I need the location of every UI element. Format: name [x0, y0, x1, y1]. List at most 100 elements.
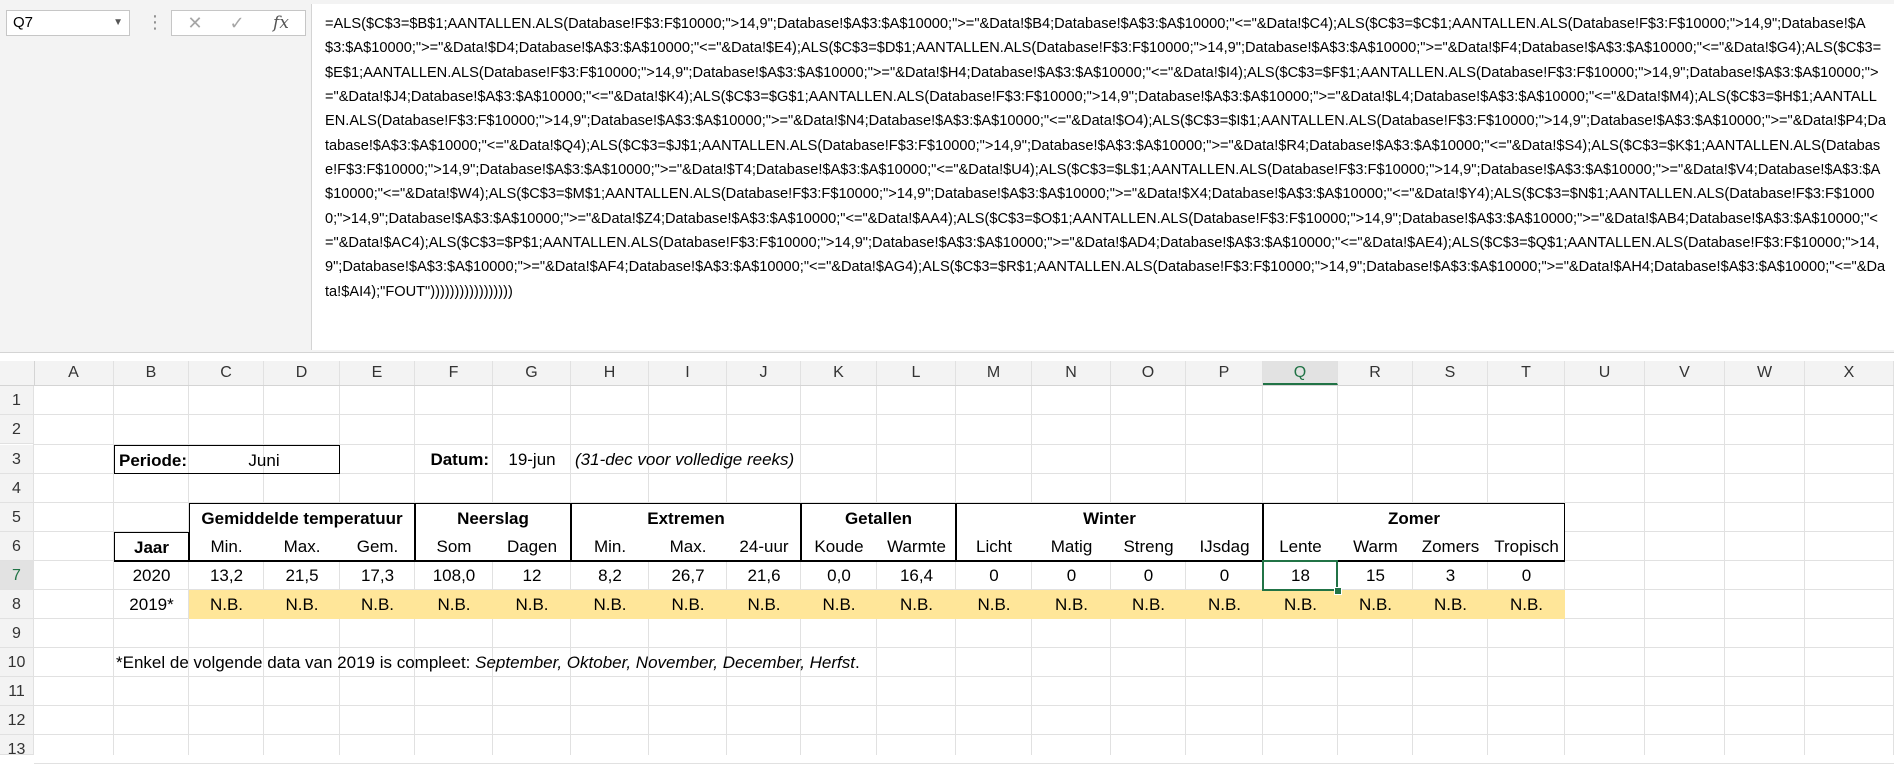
column-header-p[interactable]: P [1186, 361, 1263, 385]
value-2019[interactable]: N.B. [493, 590, 571, 619]
subheader-ijsdag[interactable]: IJsdag [1186, 532, 1263, 561]
column-header-a[interactable]: A [34, 361, 114, 385]
column-header-s[interactable]: S [1413, 361, 1488, 385]
value-2019[interactable]: N.B. [649, 590, 727, 619]
subheader-lente[interactable]: Lente [1263, 532, 1338, 561]
column-header-q[interactable]: Q [1263, 361, 1338, 385]
subheader-koude[interactable]: Koude [801, 532, 877, 561]
column-header-d[interactable]: D [264, 361, 340, 385]
column-header-t[interactable]: T [1488, 361, 1565, 385]
value-2020[interactable]: 8,2 [571, 561, 649, 590]
column-header-i[interactable]: I [649, 361, 727, 385]
gridline-horizontal [34, 414, 1894, 415]
column-header-h[interactable]: H [571, 361, 649, 385]
column-header-r[interactable]: R [1338, 361, 1413, 385]
value-2019[interactable]: N.B. [1488, 590, 1565, 619]
value-2020[interactable]: 16,4 [877, 561, 956, 590]
name-box[interactable]: Q7 ▼ [6, 10, 130, 36]
cancel-button[interactable]: ✕ [178, 12, 212, 34]
value-2019[interactable]: N.B. [1186, 590, 1263, 619]
value-2019[interactable]: N.B. [571, 590, 649, 619]
value-2019[interactable]: N.B. [1263, 590, 1338, 619]
formula-input[interactable]: =ALS($C$3=$B$1;AANTALLEN.ALS(Database!F$… [311, 4, 1894, 350]
value-2020[interactable]: 0 [1488, 561, 1565, 590]
value-2019[interactable]: N.B. [415, 590, 493, 619]
datum-note[interactable]: (31-dec voor volledige reeks) [571, 445, 877, 474]
value-2019[interactable]: N.B. [1413, 590, 1488, 619]
value-2019[interactable]: N.B. [340, 590, 415, 619]
subheader-min[interactable]: Min. [189, 532, 264, 561]
more-options-icon[interactable]: ⋮ [146, 12, 164, 32]
subheader-licht[interactable]: Licht [956, 532, 1032, 561]
chevron-down-icon[interactable]: ▼ [113, 11, 123, 35]
column-header-l[interactable]: L [877, 361, 956, 385]
periode-label[interactable]: Periode: [114, 445, 189, 474]
value-2019[interactable]: N.B. [1032, 590, 1111, 619]
value-2019[interactable]: N.B. [264, 590, 340, 619]
value-2020[interactable]: 0 [1186, 561, 1263, 590]
insert-function-button[interactable]: fx [264, 12, 298, 34]
value-2020[interactable]: 15 [1338, 561, 1413, 590]
datum-value[interactable]: 19-jun [493, 445, 571, 474]
value-2020[interactable]: 0,0 [801, 561, 877, 590]
column-header-b[interactable]: B [114, 361, 189, 385]
selected-cell-outline [1262, 560, 1338, 591]
year-2019[interactable]: 2019* [114, 590, 189, 619]
value-2020[interactable]: 13,2 [189, 561, 264, 590]
subheader-zomers[interactable]: Zomers [1413, 532, 1488, 561]
value-2020[interactable]: 0 [1111, 561, 1186, 590]
column-header-e[interactable]: E [340, 361, 415, 385]
column-header-u[interactable]: U [1565, 361, 1645, 385]
value-2019[interactable]: N.B. [877, 590, 956, 619]
subheader-som[interactable]: Som [415, 532, 493, 561]
periode-value[interactable]: Juni [189, 445, 340, 474]
column-header-k[interactable]: K [801, 361, 877, 385]
enter-button[interactable]: ✓ [220, 12, 254, 34]
year-header[interactable]: Jaar [114, 532, 189, 561]
column-header-f[interactable]: F [415, 361, 493, 385]
column-header-g[interactable]: G [493, 361, 571, 385]
datum-label[interactable]: Datum: [415, 445, 493, 474]
spreadsheet-grid: ABCDEFGHIJKLMNOPQRSTUVWX 1 2 3 4 5 6 7 8 9 10 11 12… [0, 361, 1894, 764]
column-header-j[interactable]: J [727, 361, 801, 385]
subheader-dagen[interactable]: Dagen [493, 532, 571, 561]
cell-area[interactable]: Periode: Juni Datum: 19-jun (31-dec voor vol… [0, 386, 1894, 764]
subheader-warmte[interactable]: Warmte [877, 532, 956, 561]
x-icon: ✕ [187, 13, 203, 33]
value-2019[interactable]: N.B. [801, 590, 877, 619]
value-2020[interactable]: 0 [1032, 561, 1111, 590]
column-header-w[interactable]: W [1725, 361, 1805, 385]
subheader-warm[interactable]: Warm [1338, 532, 1413, 561]
year-2020[interactable]: 2020 [114, 561, 189, 590]
subheader-streng[interactable]: Streng [1111, 532, 1186, 561]
column-header-c[interactable]: C [189, 361, 264, 385]
value-2020[interactable]: 17,3 [340, 561, 415, 590]
value-2020[interactable]: 108,0 [415, 561, 493, 590]
column-header-n[interactable]: N [1032, 361, 1111, 385]
value-2019[interactable]: N.B. [727, 590, 801, 619]
value-2019[interactable]: N.B. [1338, 590, 1413, 619]
subheader-max[interactable]: Max. [264, 532, 340, 561]
subheader-24uur[interactable]: 24-uur [727, 532, 801, 561]
fill-handle[interactable] [1334, 587, 1342, 595]
value-2019[interactable]: N.B. [956, 590, 1032, 619]
select-all-corner[interactable] [0, 361, 35, 385]
value-2020[interactable]: 12 [493, 561, 571, 590]
column-header-x[interactable]: X [1805, 361, 1894, 385]
value-2019[interactable]: N.B. [1111, 590, 1186, 619]
formula-buttons: ✕ ✓ fx [171, 10, 306, 36]
value-2020[interactable]: 21,6 [727, 561, 801, 590]
subheader-min[interactable]: Min. [571, 532, 649, 561]
subheader-matig[interactable]: Matig [1032, 532, 1111, 561]
subheader-gem[interactable]: Gem. [340, 532, 415, 561]
column-header-m[interactable]: M [956, 361, 1032, 385]
value-2020[interactable]: 3 [1413, 561, 1488, 590]
value-2020[interactable]: 0 [956, 561, 1032, 590]
column-header-o[interactable]: O [1111, 361, 1186, 385]
subheader-max[interactable]: Max. [649, 532, 727, 561]
value-2019[interactable]: N.B. [189, 590, 264, 619]
value-2020[interactable]: 21,5 [264, 561, 340, 590]
subheader-tropisch[interactable]: Tropisch [1488, 532, 1565, 561]
column-header-v[interactable]: V [1645, 361, 1725, 385]
value-2020[interactable]: 26,7 [649, 561, 727, 590]
